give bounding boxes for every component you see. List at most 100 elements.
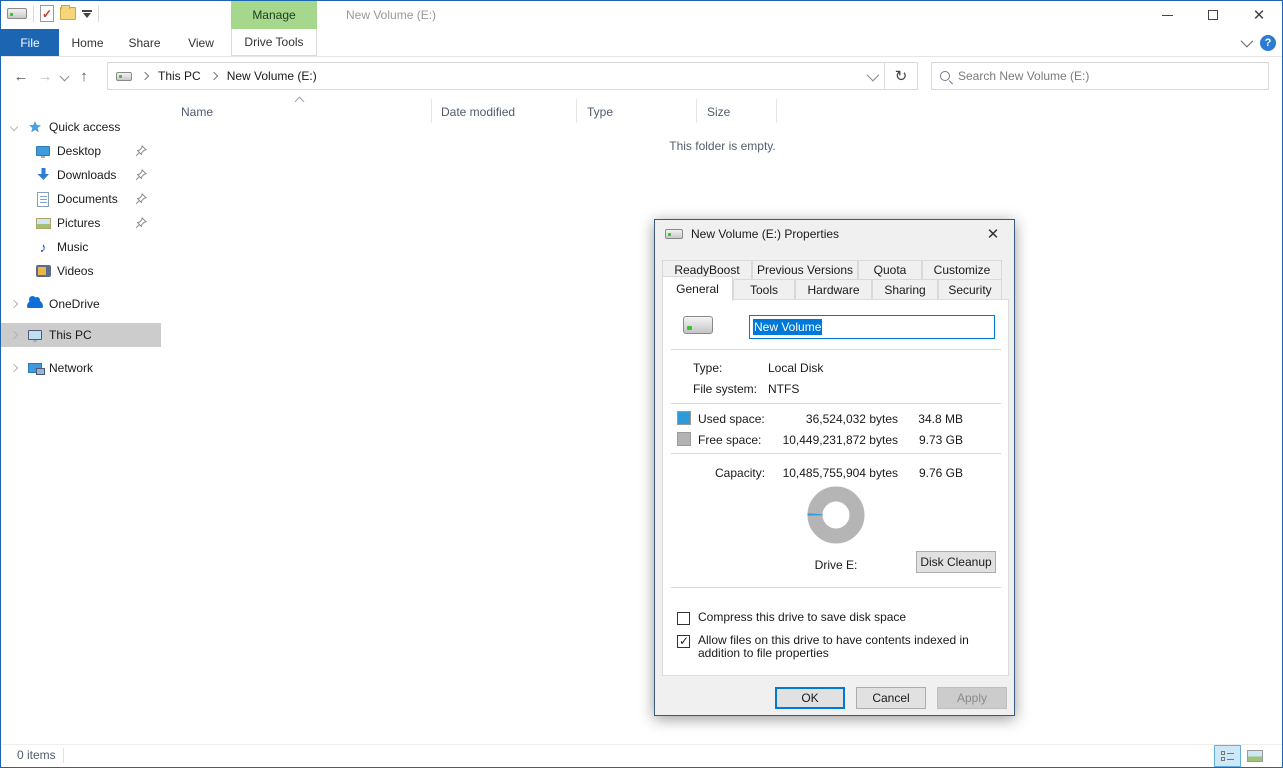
manage-contextual-tab[interactable]: Manage [231,1,317,29]
apply-button[interactable]: Apply [937,687,1007,709]
sidebar-item-quick-access[interactable]: Quick access [1,115,161,139]
tab-tools[interactable]: Tools [733,279,795,300]
tab-drive-tools[interactable]: Drive Tools [231,29,317,56]
field-value: NTFS [768,382,799,396]
index-checkbox[interactable] [677,635,690,648]
tab-view[interactable]: View [173,29,229,56]
maximize-button[interactable] [1190,1,1236,29]
sidebar-item-label[interactable]: Downloads [1,168,116,182]
item-count: 0 items [17,748,56,762]
tab-quota[interactable]: Quota [858,260,922,280]
tab-hardware[interactable]: Hardware [795,279,872,300]
field-label: Type: [693,361,722,375]
tab-customize[interactable]: Customize [922,260,1002,280]
tab-sharing[interactable]: Sharing [872,279,938,300]
explorer-window: Manage New Volume (E:) ✕ File Home Share… [0,0,1283,768]
used-space-swatch [677,411,691,425]
help-icon[interactable]: ? [1260,35,1276,51]
minimize-button[interactable] [1144,1,1190,29]
forward-button[interactable]: → [35,68,55,85]
breadcrumb-chevron-icon[interactable] [141,72,149,80]
dialog-close-button[interactable]: ✕ [982,224,1004,244]
field-value: Local Disk [768,361,823,375]
music-icon: ♪ [35,239,51,255]
network-icon [27,360,43,376]
cancel-button[interactable]: Cancel [856,687,926,709]
search-icon [940,71,950,81]
sidebar-item-videos[interactable]: Videos [1,259,161,283]
divider [98,6,99,22]
new-folder-icon[interactable] [60,7,76,20]
free-space-row: Free space: 10,449,231,872 bytes 9.73 GB [663,432,1008,448]
column-divider[interactable] [776,99,777,123]
column-divider[interactable] [576,99,577,123]
details-view-icon [1221,751,1234,761]
refresh-button[interactable]: ↻ [885,62,918,90]
search-box[interactable]: Search New Volume (E:) [931,62,1269,90]
customize-quick-access-icon[interactable] [82,10,92,18]
address-bar[interactable]: This PC New Volume (E:) [107,62,885,90]
sidebar-item-documents[interactable]: Documents [1,187,161,211]
sidebar-item-pictures[interactable]: Pictures [1,211,161,235]
empty-folder-message: This folder is empty. [161,139,1283,153]
back-button[interactable]: ← [11,68,31,85]
column-header-type[interactable]: Type [587,101,613,123]
compress-checkbox-label[interactable]: Compress this drive to save disk space [698,611,998,624]
recent-locations-icon[interactable] [60,71,70,81]
breadcrumb-this-pc[interactable]: This PC [158,69,201,83]
title-bar: Manage New Volume (E:) ✕ [1,1,1282,29]
ok-button[interactable]: OK [775,687,845,709]
thumbnails-view-button[interactable] [1241,745,1268,767]
column-header-date-modified[interactable]: Date modified [441,101,515,123]
index-checkbox-label[interactable]: Allow files on this drive to have conten… [698,634,998,660]
capacity-label: Capacity: [715,466,765,480]
tab-share[interactable]: Share [116,29,173,56]
divider [63,748,64,763]
column-header-name[interactable]: Name [181,101,213,123]
tab-general[interactable]: General [662,276,733,301]
close-icon: ✕ [1253,8,1266,23]
sidebar-item-label[interactable]: Documents [1,192,118,206]
volume-label-input[interactable]: New Volume [749,315,995,339]
properties-icon[interactable] [40,5,54,22]
sidebar-item-music[interactable]: ♪ Music [1,235,161,259]
dialog-title-bar[interactable]: New Volume (E:) Properties [655,220,1014,248]
compress-checkbox[interactable] [677,612,690,625]
sidebar-item-onedrive[interactable]: OneDrive [1,292,161,316]
pictures-icon [35,215,51,231]
close-icon: ✕ [987,225,1000,243]
this-pc-icon [27,327,43,343]
column-divider[interactable] [431,99,432,123]
breadcrumb-chevron-icon[interactable] [209,72,217,80]
sidebar-item-label[interactable]: Desktop [1,144,101,158]
sidebar-item-downloads[interactable]: Downloads [1,163,161,187]
tab-previous-versions[interactable]: Previous Versions [752,260,858,280]
dialog-title: New Volume (E:) Properties [691,227,839,241]
sidebar-item-label[interactable]: Quick access [1,120,120,134]
column-divider[interactable] [696,99,697,123]
system-menu-drive-icon[interactable] [7,8,27,19]
minimize-icon [1162,15,1173,16]
address-row: ← → ↑ This PC New Volume (E:) ↻ Search N… [1,57,1282,95]
address-dropdown-icon[interactable] [867,68,880,81]
pin-icon [135,217,147,229]
sidebar-item-this-pc[interactable]: This PC [1,323,161,347]
sidebar-item-desktop[interactable]: Desktop [1,139,161,163]
videos-icon [35,263,51,279]
column-header-size[interactable]: Size [707,101,730,123]
close-button[interactable]: ✕ [1236,1,1282,29]
capacity-human: 9.76 GB [903,466,963,480]
expand-ribbon-icon[interactable] [1241,35,1254,48]
breadcrumb-new-volume[interactable]: New Volume (E:) [227,69,317,83]
sidebar-item-network[interactable]: Network [1,356,161,380]
tab-file[interactable]: File [1,29,59,56]
free-space-label: Free space: [698,433,761,447]
tab-home[interactable]: Home [59,29,116,56]
used-space-row: Used space: 36,524,032 bytes 34.8 MB [663,411,1008,427]
disk-cleanup-button[interactable]: Disk Cleanup [916,551,996,573]
free-space-bytes: 10,449,231,872 bytes [773,433,898,447]
onedrive-cloud-icon [27,296,43,312]
tab-security[interactable]: Security [938,279,1002,300]
up-button[interactable]: ↑ [74,68,94,85]
details-view-button[interactable] [1214,745,1241,767]
